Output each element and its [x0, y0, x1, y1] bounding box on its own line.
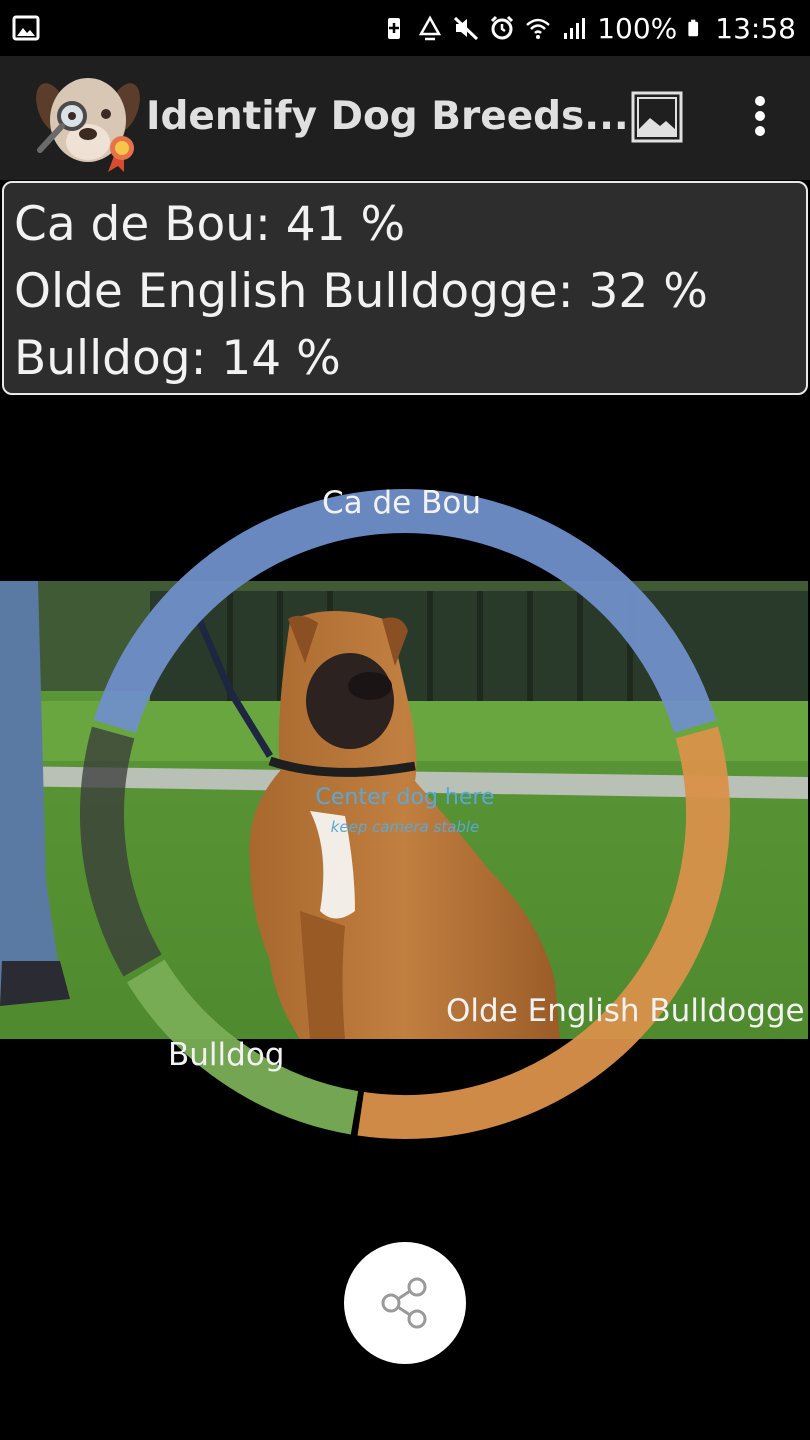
gallery-icon [12, 15, 40, 41]
camera-preview [0, 581, 808, 1039]
wifi-icon [526, 18, 551, 39]
result-line: Ca de Bou: 41 % [14, 197, 406, 252]
center-dog-hint: Center dog here [315, 785, 495, 810]
status-bar: 100% 13:58 [0, 0, 810, 56]
recycle-icon [419, 15, 442, 41]
more-vert-icon[interactable] [744, 92, 776, 142]
status-icons: 100% 13:58 [381, 8, 796, 48]
ring-label-ca-de-bou: Ca de Bou [322, 485, 481, 521]
result-line: Bulldog: 14 % [14, 331, 341, 386]
alarm-icon [491, 15, 514, 40]
dog-magnifier-logo [36, 78, 140, 172]
battery-percent: 100% [597, 11, 678, 45]
app-bar: Identify Dog Breeds... [0, 56, 810, 180]
result-line: Olde English Bulldogge: 32 % [14, 264, 708, 319]
ring-label-olde-english-bulldogge: Olde English Bulldogge [446, 993, 805, 1029]
image-icon[interactable] [630, 90, 684, 144]
share-icon [381, 1277, 427, 1329]
mute-icon [454, 16, 479, 41]
signal-icon [564, 18, 586, 39]
ring-label-bulldog: Bulldog [168, 1037, 285, 1073]
clock: 13:58 [715, 11, 796, 45]
results-card: Ca de Bou: 41 % Olde English Bulldogge: … [2, 181, 808, 395]
battery-saver-icon [388, 18, 401, 39]
share-button[interactable] [344, 1242, 466, 1364]
battery-icon [688, 19, 699, 37]
app-title: Identify Dog Breeds... [146, 94, 629, 139]
camera-stable-hint: keep camera stable [330, 818, 480, 836]
